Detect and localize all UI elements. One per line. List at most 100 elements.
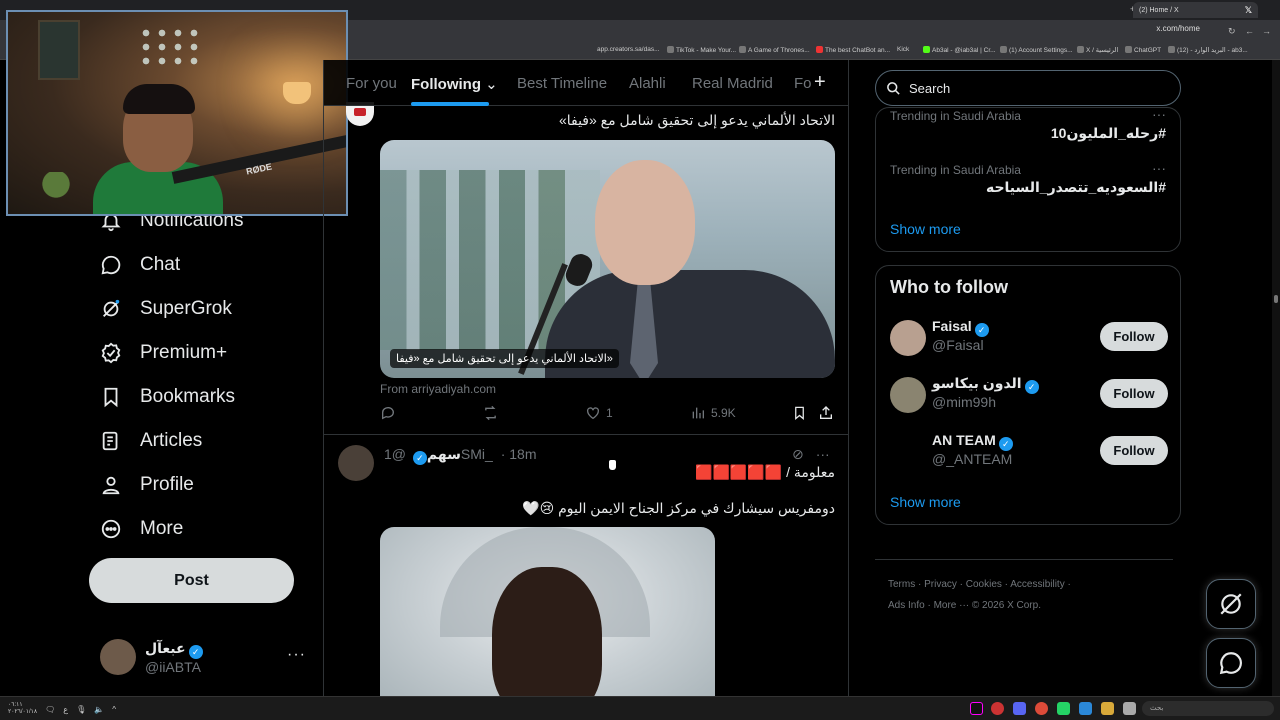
sidebar-item-premium[interactable]: Premium+ <box>100 338 227 368</box>
person-icon <box>100 474 122 496</box>
sidebar-item-label: SuperGrok <box>140 298 232 319</box>
tab-best-timeline[interactable]: Best Timeline <box>517 75 607 92</box>
taskbar-search-input[interactable]: بحث <box>1142 701 1274 716</box>
chrome-app-icon[interactable] <box>1035 702 1048 715</box>
view-count: 5.9K <box>711 406 736 420</box>
active-tab-indicator <box>411 102 489 106</box>
trend-hashtag[interactable]: #السعوديه_تتصدر_السياحه <box>986 179 1166 196</box>
bookmark-item[interactable]: X / الرئيسية <box>1077 46 1118 54</box>
scrollbar-thumb[interactable] <box>1274 295 1278 303</box>
views-button[interactable]: 5.9K <box>690 405 736 421</box>
more-icon[interactable]: ··· <box>1152 160 1166 176</box>
account-switcher[interactable]: عبعآل ✓ @iiABTA ··· <box>100 638 310 678</box>
follow-button[interactable]: Follow <box>1100 379 1168 408</box>
link-source[interactable]: From arriyadiyah.com <box>380 382 496 396</box>
more-icon[interactable]: ··· <box>816 446 830 463</box>
grok-icon <box>100 298 122 320</box>
sidebar-item-bookmarks[interactable]: Bookmarks <box>100 382 235 412</box>
verified-icon: ✓ <box>1024 380 1039 394</box>
bookmark-item[interactable]: A Game of Thrones... <box>739 46 810 54</box>
follow-suggestion[interactable]: AN TEAM ✓ @_ANTEAM Follow <box>890 432 1168 472</box>
bookmark-item[interactable]: Ab3al - @iab3al | Cr... <box>923 46 996 54</box>
repost-button[interactable] <box>482 405 499 421</box>
account-handle: @iiABTA <box>145 659 201 675</box>
store-app-icon[interactable] <box>1123 702 1136 715</box>
url-text[interactable]: x.com/home <box>1156 24 1200 33</box>
bookmark-item[interactable]: ChatGPT <box>1125 46 1161 54</box>
footer-links[interactable]: Terms · Privacy · Cookies · Accessibilit… <box>888 579 1071 590</box>
avatar[interactable] <box>338 445 374 481</box>
verified-badge-icon <box>100 342 122 364</box>
tray-chevron-icon[interactable]: ^ <box>112 705 116 714</box>
tweet-actions: 1 5.9K <box>380 405 840 425</box>
tab-real-madrid[interactable]: Real Madrid <box>692 75 773 92</box>
bookmark-button[interactable] <box>792 405 807 421</box>
bookmark-item[interactable]: The best ChatBot an... <box>816 46 890 54</box>
obs-app-icon[interactable] <box>991 702 1004 715</box>
sidebar-item-articles[interactable]: Articles <box>100 426 202 456</box>
follow-suggestion[interactable]: Faisal ✓ @Faisal Follow <box>890 318 1168 358</box>
grok-button[interactable] <box>1206 579 1256 629</box>
show-more-follow-link[interactable]: Show more <box>890 494 961 510</box>
post-button[interactable]: Post <box>89 558 294 603</box>
verified-icon: ✓ <box>998 437 1013 451</box>
back-icon[interactable]: ← <box>1245 26 1254 36</box>
bookmark-icon <box>795 406 804 420</box>
whatsapp-app-icon[interactable] <box>1057 702 1070 715</box>
tweet-image[interactable]: «الاتحاد الألماني يدعو إلى تحقيق شامل مع… <box>380 140 835 378</box>
footer-links[interactable]: Ads Info · More ··· © 2026 X Corp. <box>888 600 1041 611</box>
tweet-text: الاتحاد الألماني يدعو إلى تحقيق شامل مع … <box>558 112 835 128</box>
browser-tab-x-home[interactable]: (2) Home / X 𝕏 <box>1133 2 1258 18</box>
grok-icon[interactable]: ⊘ <box>792 446 804 463</box>
forward-icon[interactable]: → <box>1262 26 1271 36</box>
microphone-icon[interactable]: 🎙 <box>76 705 86 714</box>
tiktok-app-icon[interactable] <box>970 702 983 715</box>
plant <box>38 172 74 212</box>
views-icon <box>692 407 704 419</box>
sidebar-item-more[interactable]: More <box>100 514 183 544</box>
bookmark-item[interactable]: (12) - البريد الوارد - ab3... <box>1168 46 1248 54</box>
sidebar-item-label: Premium+ <box>140 342 228 363</box>
suggestion-handle: @_ANTEAM <box>932 451 1013 467</box>
file-explorer-icon[interactable] <box>1101 702 1114 715</box>
messages-button[interactable] <box>1206 638 1256 688</box>
follow-button[interactable]: Follow <box>1100 322 1168 351</box>
keyboard-language-indicator[interactable]: ع <box>63 705 68 714</box>
tab-overflow[interactable]: Fo <box>794 75 812 92</box>
tweet-image[interactable] <box>380 527 715 696</box>
search-input[interactable]: Search <box>875 70 1181 106</box>
verified-icon: ✓ <box>188 645 203 659</box>
sidebar-item-label: Articles <box>140 430 203 451</box>
tab-for-you[interactable]: For you <box>346 75 397 92</box>
discord-app-icon[interactable] <box>1013 702 1026 715</box>
show-more-trends-link[interactable]: Show more <box>890 221 961 237</box>
like-button[interactable]: 1 <box>585 405 613 421</box>
author-name[interactable]: سهم <box>427 446 461 462</box>
hex-shelf <box>138 26 202 70</box>
share-button[interactable] <box>818 405 834 421</box>
more-icon[interactable]: ··· <box>1152 106 1166 122</box>
sidebar-item-supergrok[interactable]: SuperGrok <box>100 294 232 324</box>
notification-icon[interactable]: 🗨 <box>45 705 55 714</box>
taskbar-search-placeholder: بحث <box>1150 705 1164 712</box>
volume-icon[interactable]: 🔈 <box>94 705 104 714</box>
trend-hashtag[interactable]: #رحله_المليون10 <box>1051 125 1166 142</box>
tweet-time[interactable]: · 18m <box>501 446 537 462</box>
bookmark-item[interactable]: app.creators.sa/das... <box>597 46 660 53</box>
reply-button[interactable] <box>380 405 396 421</box>
sidebar-item-chat[interactable]: Chat <box>100 250 180 280</box>
sidebar-item-label: More <box>140 518 184 539</box>
follow-button[interactable]: Follow <box>1100 436 1168 465</box>
follow-suggestion[interactable]: الدون بيكاسو ✓ @mim99h Follow <box>890 375 1168 415</box>
bookmark-item[interactable]: TikTok - Make Your... <box>667 46 736 54</box>
tab-following[interactable]: Following ⌄ <box>411 75 498 93</box>
bookmark-item[interactable]: Kick <box>897 46 909 53</box>
more-icon[interactable]: ··· <box>287 646 306 664</box>
tab-alahli[interactable]: Alahli <box>629 75 666 92</box>
reload-icon[interactable]: ↻ <box>1228 26 1236 37</box>
app-icon[interactable] <box>1079 702 1092 715</box>
sidebar-item-profile[interactable]: Profile <box>100 470 194 500</box>
page-scrollbar[interactable] <box>1272 60 1280 696</box>
bookmark-item[interactable]: (1) Account Settings... <box>1000 46 1073 54</box>
add-tab-icon[interactable]: + <box>814 71 826 94</box>
